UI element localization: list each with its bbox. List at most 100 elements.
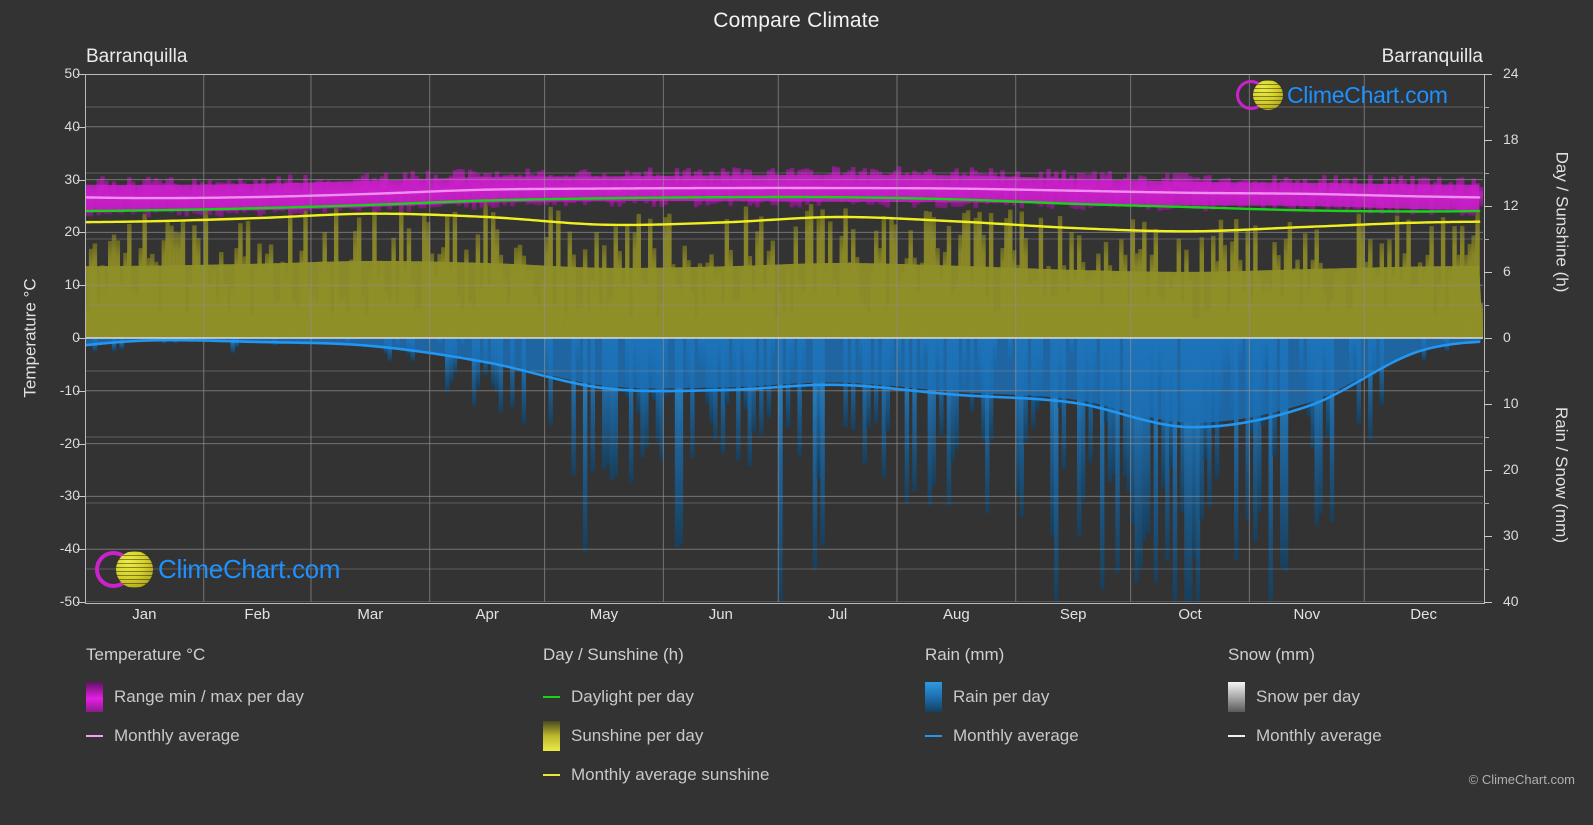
y-axis-tick-mark-left [77,74,85,75]
rain-area [85,338,1483,423]
city-label-left: Barranquilla [86,46,188,67]
legend-item[interactable]: Range min / max per day [86,680,304,714]
y-axis-minor-tick-rain [1484,569,1489,570]
legend-item-label: Daylight per day [571,687,694,706]
page-title: Compare Climate [713,9,880,32]
y-axis-tick-mark-hours [1484,140,1492,141]
y-axis-minor-tick-rain [1484,371,1489,372]
legend-item-label: Sunshine per day [571,726,704,745]
legend-heading: Rain (mm) [925,645,1005,664]
legend-line-icon [1228,721,1245,751]
y-axis-tick-mark-left [77,126,85,128]
y-axis-tick-label-left: -30 [59,487,80,504]
x-axis-month-label: Oct [1178,606,1202,623]
legend-line-mark [86,735,103,737]
x-axis-month-label: Sep [1059,606,1087,623]
y-axis-tick-label-hours: 6 [1503,263,1511,279]
chart-legend: Temperature °C Range min / max per day Mon… [0,645,1593,825]
legend-item[interactable]: Rain per day [925,680,1079,714]
y-axis-tick-mark-rain [1484,602,1492,603]
axis-title-day-sunshine-text: Day / Sunshine (h) [1552,151,1572,293]
axis-title-rain-snow: Rain / Snow (mm) [1548,360,1574,590]
legend-column: Day / Sunshine (h) Daylight per day Sunshi… [543,645,769,797]
legend-item-label: Monthly average [114,726,240,745]
legend-swatch-icon [925,682,942,712]
legend-swatch-icon [1228,682,1245,712]
y-axis-minor-tick-hours [1484,239,1489,240]
y-axis-minor-tick-hours [1484,173,1489,174]
legend-line-mark [1228,735,1245,737]
x-axis-month-label: Nov [1293,606,1321,623]
x-axis-month-label: Apr [475,606,499,623]
x-axis-month-label: Mar [357,606,384,623]
clime-chart-logo-top: ClimeChart.com [1236,80,1448,110]
legend-line-icon [925,721,942,751]
y-axis-tick-mark-left [77,602,85,603]
legend-heading: Temperature °C [86,645,206,664]
y-axis-tick-mark-left [77,549,85,551]
y-axis-tick-mark-hours [1484,74,1492,75]
y-axis-tick-label-rain: 10 [1503,395,1519,411]
y-axis-tick-label-left: -10 [59,381,80,398]
y-axis-tick-mark-rain [1484,404,1492,405]
y-axis-tick-label-left: 10 [64,276,80,293]
x-axis-month-label: Jan [132,606,157,623]
legend-item[interactable]: Sunshine per day [543,719,769,753]
legend-item-label: Snow per day [1256,687,1360,706]
legend-item[interactable]: Daylight per day [543,680,769,714]
axis-title-rain-snow-text: Rain / Snow (mm) [1552,406,1571,544]
legend-item[interactable]: Monthly average [86,719,304,753]
legend-line-icon [543,682,560,712]
legend-swatch-icon [86,682,103,712]
legend-heading: Snow (mm) [1228,645,1315,664]
legend-item[interactable]: Snow per day [1228,680,1382,714]
y-axis-tick-label-rain: 40 [1503,593,1519,609]
y-axis-tick-mark-rain [1484,536,1492,537]
y-axis-tick-label-left: -50 [59,593,80,609]
y-axis-tick-label-left: -20 [59,434,80,451]
legend-column: Snow (mm) Snow per day Monthly average [1228,645,1382,758]
y-axis-tick-label-left: 40 [64,117,80,134]
legend-item[interactable]: Monthly average [925,719,1079,753]
y-axis-minor-tick-rain [1484,503,1489,504]
legend-item-label: Rain per day [953,687,1050,706]
legend-item[interactable]: Monthly average [1228,719,1382,753]
axis-title-day-sunshine: Day / Sunshine (h) [1548,108,1574,336]
logo-sun-icon [1253,80,1283,110]
legend-line-icon [543,760,560,790]
legend-item[interactable]: Monthly average sunshine [543,758,769,792]
y-axis-tick-mark-left [77,496,85,498]
x-axis-month-label: May [589,606,619,623]
y-axis-tick-label-rain: 20 [1503,461,1519,477]
chart-plot-area [85,74,1483,602]
climate-chart-svg [85,74,1483,602]
logo-sun-icon [116,551,153,588]
y-axis-tick-label-left: 50 [64,65,80,81]
legend-line-mark [925,735,942,737]
clime-chart-logo-bottom: ClimeChart.com [95,551,340,588]
x-axis-month-label: Jun [708,606,733,623]
city-label-right: Barranquilla [1381,46,1483,67]
y-axis-tick-label-hours: 0 [1503,329,1511,345]
legend-column: Rain (mm) Rain per day Monthly average [925,645,1079,758]
y-axis-tick-mark-rain [1484,470,1492,471]
x-axis-month-label: Dec [1410,606,1437,623]
y-axis-tick-mark-left [77,232,85,234]
legend-item-label: Monthly average sunshine [571,765,770,784]
y-axis-tick-mark-hours [1484,206,1492,207]
x-axis-month-label: Feb [244,606,271,623]
y-axis-minor-tick-hours [1484,305,1489,306]
legend-line-icon [86,721,103,751]
legend-item-label: Range min / max per day [114,687,304,706]
y-axis-tick-label-rain: 30 [1503,527,1519,543]
logo-text-bottom: ClimeChart.com [158,554,341,584]
y-axis-tick-mark-left [77,179,85,181]
legend-swatch-icon [543,721,560,751]
legend-line-mark [543,696,560,698]
sunshine-average-line [85,212,1481,233]
y-axis-tick-mark-left [77,443,85,445]
y-axis-tick-label-hours: 18 [1503,131,1519,147]
legend-heading: Day / Sunshine (h) [543,645,684,664]
y-axis-tick-mark-left [77,390,85,392]
x-axis-month-label: Jul [828,606,848,623]
